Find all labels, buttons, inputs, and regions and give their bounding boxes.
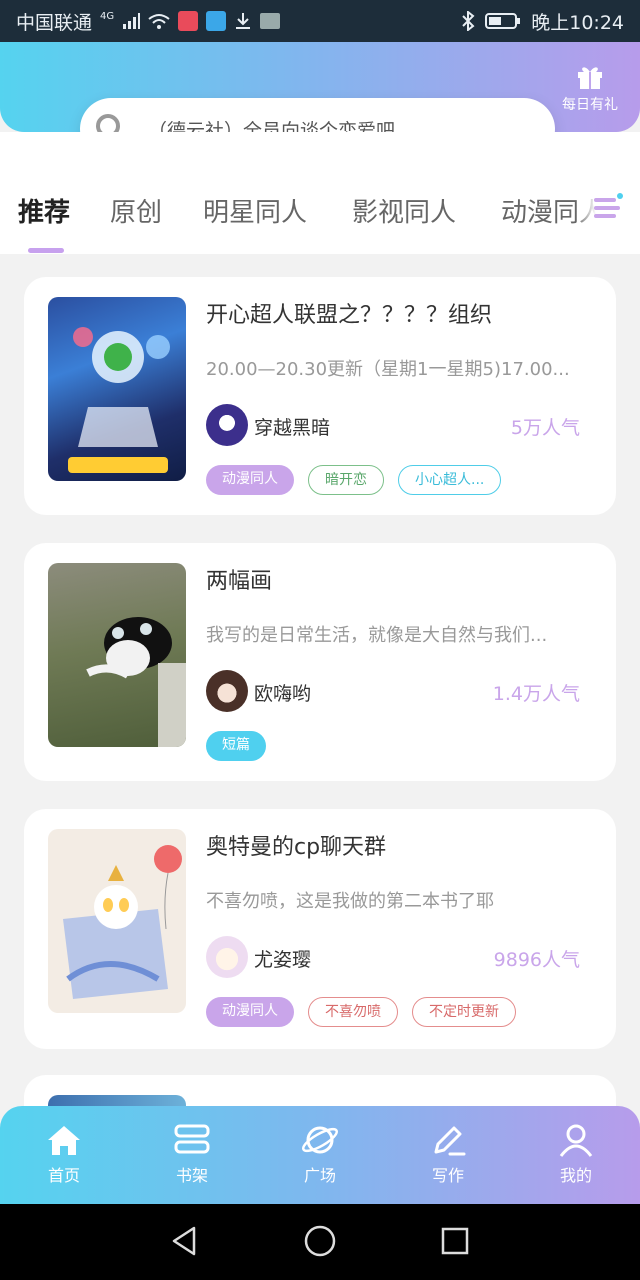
- book-card[interactable]: 两幅画 我写的是日常生活，就像是大自然与我们... 欧嗨哟 1.4万人气 短篇: [24, 543, 616, 781]
- tag[interactable]: 动漫同人: [206, 465, 294, 495]
- nav-profile[interactable]: 我的: [536, 1120, 616, 1186]
- tag-list: 短篇: [206, 731, 266, 761]
- nav-write[interactable]: 写作: [408, 1120, 488, 1186]
- pen-icon: [434, 1126, 466, 1156]
- tag[interactable]: 不定时更新: [412, 997, 516, 1027]
- book-description: 不喜勿喷，这是我做的第二本书了耶: [206, 891, 494, 912]
- recent-apps-icon[interactable]: [440, 1224, 470, 1258]
- active-tab-indicator: [28, 248, 64, 253]
- avatar[interactable]: [206, 404, 248, 446]
- avatar[interactable]: [206, 936, 248, 978]
- tag[interactable]: 不喜勿喷: [308, 997, 398, 1027]
- bluetooth-icon: [462, 11, 475, 31]
- tag[interactable]: 短篇: [206, 731, 266, 761]
- nav-label: 我的: [559, 1166, 592, 1185]
- planet-icon: [302, 1126, 338, 1154]
- popularity-count: 1.4万人气: [492, 683, 580, 705]
- home-icon: [48, 1126, 80, 1155]
- gift-icon: [578, 67, 602, 89]
- nav-label: 首页: [47, 1166, 80, 1185]
- book-card[interactable]: 开心超人联盟之？？？？组织 20.00—20.30更新（星期1一星期5)17.0…: [24, 277, 616, 515]
- popularity-count: 5万人气: [510, 417, 580, 439]
- book-card[interactable]: 奥特曼的cp聊天群 不喜勿喷，这是我做的第二本书了耶 尤姿璎 9896人气 动漫…: [24, 809, 616, 1049]
- tab-star-fanfic[interactable]: 明星同人: [203, 180, 307, 240]
- hms-icon: [260, 13, 281, 29]
- popularity-count: 9896人气: [493, 949, 580, 971]
- clock: 晚上10:24: [531, 11, 624, 34]
- nav-home[interactable]: 首页: [24, 1120, 104, 1186]
- nav-label: 广场: [303, 1166, 336, 1185]
- home-circle-icon[interactable]: [303, 1224, 337, 1258]
- menu-icon: [594, 193, 623, 218]
- bottom-navigation: 首页 书架 广场 写作 我的: [0, 1106, 640, 1204]
- book-title[interactable]: 两幅画: [206, 563, 272, 595]
- author-name[interactable]: 穿越黑暗: [254, 413, 330, 440]
- book-cover[interactable]: [48, 297, 186, 481]
- user-icon: [559, 1124, 593, 1157]
- category-menu-button[interactable]: [576, 188, 626, 232]
- app-notification-icon-2: [206, 11, 227, 31]
- tab-film-fanfic[interactable]: 影视同人: [352, 180, 456, 240]
- bookshelf-icon: [174, 1124, 210, 1154]
- gift-label: 每日有礼: [562, 97, 618, 113]
- book-title[interactable]: 开心超人联盟之？？？？组织: [206, 297, 492, 329]
- tab-original[interactable]: 原创: [110, 180, 162, 240]
- tab-recommend[interactable]: 推荐: [18, 180, 70, 240]
- wifi-icon: [148, 14, 170, 29]
- network-label: 4G: [100, 10, 115, 22]
- category-tabs: 推荐 原创 明星同人 影视同人 动漫同人: [0, 180, 640, 246]
- book-description: 20.00—20.30更新（星期1一星期5)17.00...: [206, 359, 570, 380]
- book-title[interactable]: 奥特曼的cp聊天群: [206, 829, 386, 861]
- tag[interactable]: 小心超人...: [398, 465, 502, 495]
- tag[interactable]: 动漫同人: [206, 997, 294, 1027]
- nav-square[interactable]: 广场: [280, 1120, 360, 1186]
- back-icon[interactable]: [168, 1224, 200, 1258]
- tag-list: 动漫同人 不喜勿喷 不定时更新: [206, 997, 516, 1027]
- book-cover[interactable]: [48, 829, 186, 1013]
- status-bar: 中国联通 4G 晚上10:24: [0, 0, 640, 42]
- nav-bookshelf[interactable]: 书架: [152, 1120, 232, 1186]
- app-notification-icon: [178, 11, 199, 31]
- download-icon: [236, 13, 251, 29]
- daily-gift-button[interactable]: 每日有礼: [556, 62, 624, 114]
- battery-icon: [485, 13, 521, 29]
- avatar[interactable]: [206, 670, 248, 712]
- signal-icon: [123, 13, 141, 29]
- nav-label: 写作: [431, 1166, 464, 1185]
- system-navigation-bar: [0, 1204, 640, 1280]
- book-description: 我写的是日常生活，就像是大自然与我们...: [206, 625, 548, 646]
- author-name[interactable]: 欧嗨哟: [254, 679, 311, 706]
- carrier-label: 中国联通: [16, 11, 93, 34]
- category-tabs-area: 推荐 原创 明星同人 影视同人 动漫同人: [0, 132, 640, 254]
- book-cover[interactable]: [48, 563, 186, 747]
- nav-label: 书架: [175, 1166, 208, 1185]
- tag[interactable]: 暗开恋: [308, 465, 384, 495]
- author-name[interactable]: 尤姿璎: [254, 945, 311, 972]
- tag-list: 动漫同人 暗开恋 小心超人...: [206, 465, 502, 495]
